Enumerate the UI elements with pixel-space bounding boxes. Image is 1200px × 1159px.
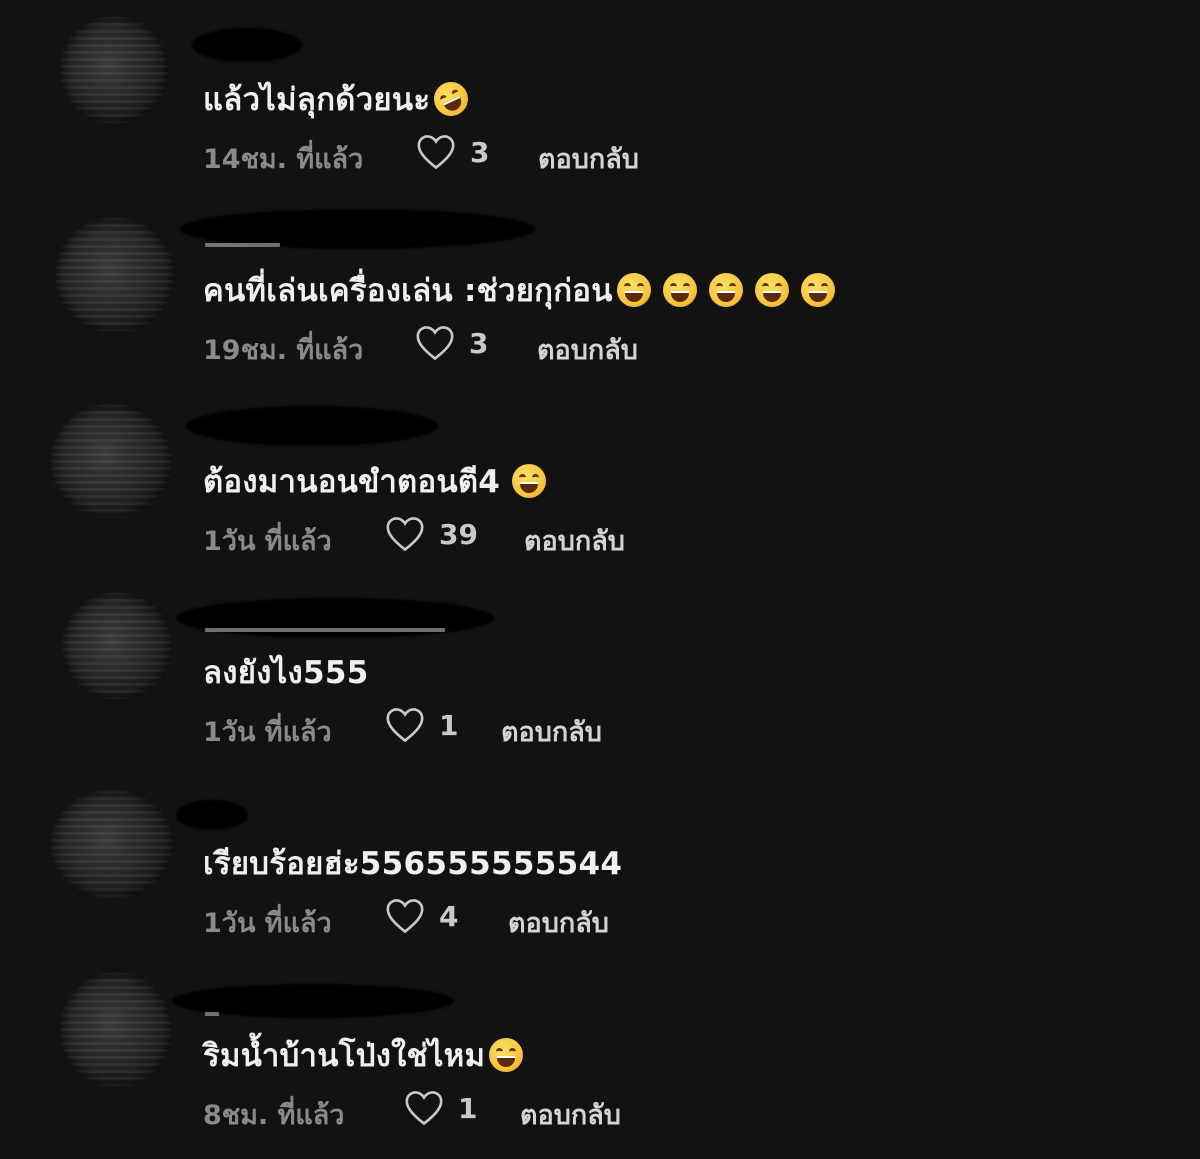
grinning-squinting-emoji — [662, 273, 697, 307]
grinning-squinting-emoji — [512, 464, 547, 498]
avatar[interactable] — [60, 16, 168, 124]
heart-outline-icon — [386, 708, 424, 743]
reply-button[interactable]: ตอบกลับ — [501, 710, 602, 753]
comment-timestamp: 14ชม. ที่แล้ว — [203, 144, 364, 175]
like-button[interactable]: 1 — [385, 707, 458, 743]
heart-outline-icon — [416, 326, 454, 361]
reply-button[interactable]: ตอบกลับ — [524, 519, 625, 562]
reply-button[interactable]: ตอบกลับ — [538, 137, 639, 180]
like-button[interactable]: 4 — [385, 898, 458, 934]
username-redacted — [176, 800, 248, 830]
username-redacted — [192, 28, 302, 62]
comment-timestamp: 1วัน ที่แล้ว — [203, 908, 332, 939]
like-button[interactable]: 1 — [404, 1090, 477, 1126]
username-fragment — [205, 628, 445, 632]
heart-outline-icon — [386, 517, 424, 552]
reply-button[interactable]: ตอบกลับ — [508, 901, 609, 944]
like-count: 4 — [439, 899, 459, 933]
like-count: 3 — [469, 326, 489, 360]
avatar[interactable] — [50, 404, 172, 518]
heart-outline-icon — [405, 1091, 443, 1126]
like-button[interactable]: 3 — [416, 134, 489, 170]
reply-button[interactable]: ตอบกลับ — [520, 1093, 621, 1136]
comment-text: ต้องมานอนขำตอนตี4 — [203, 456, 547, 506]
heart-outline-icon — [386, 899, 424, 934]
comment-text: แล้วไม่ลุกด้วยนะ — [203, 74, 474, 124]
username-fragment — [205, 1012, 219, 1016]
comment-text: เรียบร้อยฮ่ะ556555555544 — [203, 846, 623, 882]
grinning-squinting-emoji — [616, 273, 651, 307]
grinning-squinting-emoji — [489, 1038, 524, 1072]
rolling-on-floor-laughing-emoji — [428, 76, 474, 122]
username-fragment — [205, 243, 280, 247]
reply-button[interactable]: ตอบกลับ — [537, 328, 638, 371]
like-button[interactable]: 39 — [385, 516, 478, 552]
avatar[interactable] — [50, 790, 174, 898]
comment-timestamp: 1วัน ที่แล้ว — [203, 717, 332, 748]
comment-text: ริมน้ำบ้านโป่งใช่ไหม — [203, 1030, 524, 1080]
like-count: 39 — [439, 517, 478, 551]
comment-timestamp: 1วัน ที่แล้ว — [203, 526, 332, 557]
like-count: 3 — [470, 135, 490, 169]
comment-text: ลงยังไง555 — [203, 655, 369, 691]
grinning-squinting-emoji — [708, 273, 743, 307]
like-button[interactable]: 3 — [415, 325, 488, 361]
username-redacted — [176, 598, 494, 638]
like-count: 1 — [439, 708, 459, 742]
username-redacted — [186, 406, 438, 446]
comment-timestamp: 8ชม. ที่แล้ว — [203, 1100, 345, 1131]
heart-outline-icon — [417, 135, 455, 170]
grinning-squinting-emoji — [754, 273, 789, 307]
avatar[interactable] — [55, 217, 175, 333]
comment-text: คนที่เล่นเครื่องเล่น :ช่วยกุก่อน — [203, 265, 835, 315]
comment-timestamp: 19ชม. ที่แล้ว — [203, 335, 364, 366]
avatar[interactable] — [62, 592, 172, 700]
like-count: 1 — [458, 1091, 478, 1125]
grinning-squinting-emoji — [800, 273, 835, 307]
avatar[interactable] — [60, 972, 172, 1088]
